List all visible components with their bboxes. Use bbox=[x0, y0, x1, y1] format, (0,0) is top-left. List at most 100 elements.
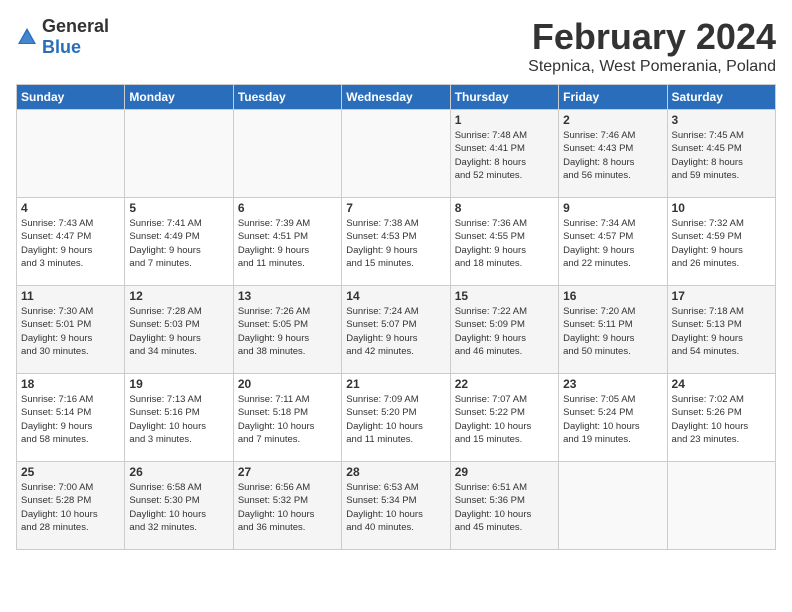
calendar-cell: 16 Sunrise: 7:20 AM Sunset: 5:11 PM Dayli… bbox=[559, 286, 667, 374]
day-number: 18 bbox=[21, 377, 120, 391]
calendar-cell bbox=[17, 110, 125, 198]
day-number: 23 bbox=[563, 377, 662, 391]
day-number: 25 bbox=[21, 465, 120, 479]
logo-blue: Blue bbox=[42, 37, 81, 57]
day-info: Sunrise: 7:09 AM Sunset: 5:20 PM Dayligh… bbox=[346, 393, 445, 446]
calendar-cell: 5 Sunrise: 7:41 AM Sunset: 4:49 PM Daylig… bbox=[125, 198, 233, 286]
day-number: 20 bbox=[238, 377, 337, 391]
weekday-header-tuesday: Tuesday bbox=[233, 85, 341, 110]
day-number: 26 bbox=[129, 465, 228, 479]
day-number: 21 bbox=[346, 377, 445, 391]
calendar-cell: 24 Sunrise: 7:02 AM Sunset: 5:26 PM Dayli… bbox=[667, 374, 775, 462]
calendar-cell: 3 Sunrise: 7:45 AM Sunset: 4:45 PM Daylig… bbox=[667, 110, 775, 198]
calendar-cell: 11Sunrise: 7:30 AM Sunset: 5:01 PM Dayli… bbox=[17, 286, 125, 374]
weekday-header-wednesday: Wednesday bbox=[342, 85, 450, 110]
day-number: 1 bbox=[455, 113, 554, 127]
day-number: 24 bbox=[672, 377, 771, 391]
calendar-cell: 18 Sunrise: 7:16 AM Sunset: 5:14 PM Dayli… bbox=[17, 374, 125, 462]
calendar-cell bbox=[125, 110, 233, 198]
calendar-cell: 4 Sunrise: 7:43 AM Sunset: 4:47 PM Daylig… bbox=[17, 198, 125, 286]
logo-text: General Blue bbox=[42, 16, 109, 58]
day-number: 3 bbox=[672, 113, 771, 127]
calendar-cell: 14 Sunrise: 7:24 AM Sunset: 5:07 PM Dayli… bbox=[342, 286, 450, 374]
week-row-2: 4 Sunrise: 7:43 AM Sunset: 4:47 PM Daylig… bbox=[17, 198, 776, 286]
day-number: 8 bbox=[455, 201, 554, 215]
day-number: 9 bbox=[563, 201, 662, 215]
day-number: 17 bbox=[672, 289, 771, 303]
weekday-header-thursday: Thursday bbox=[450, 85, 558, 110]
calendar-cell: 28 Sunrise: 6:53 AM Sunset: 5:34 PM Dayli… bbox=[342, 462, 450, 550]
calendar-cell: 2Sunrise: 7:46 AM Sunset: 4:43 PM Daylig… bbox=[559, 110, 667, 198]
header: General Blue February 2024 Stepnica, Wes… bbox=[16, 16, 776, 76]
day-number: 29 bbox=[455, 465, 554, 479]
calendar-cell: 12 Sunrise: 7:28 AM Sunset: 5:03 PM Dayli… bbox=[125, 286, 233, 374]
calendar-cell bbox=[559, 462, 667, 550]
calendar-cell: 15Sunrise: 7:22 AM Sunset: 5:09 PM Dayli… bbox=[450, 286, 558, 374]
weekday-header-friday: Friday bbox=[559, 85, 667, 110]
day-info: Sunrise: 7:26 AM Sunset: 5:05 PM Dayligh… bbox=[238, 305, 337, 358]
day-number: 4 bbox=[21, 201, 120, 215]
day-number: 27 bbox=[238, 465, 337, 479]
calendar-cell: 13 Sunrise: 7:26 AM Sunset: 5:05 PM Dayli… bbox=[233, 286, 341, 374]
day-number: 6 bbox=[238, 201, 337, 215]
calendar-table: SundayMondayTuesdayWednesdayThursdayFrid… bbox=[16, 84, 776, 550]
calendar-cell: 17 Sunrise: 7:18 AM Sunset: 5:13 PM Dayli… bbox=[667, 286, 775, 374]
calendar-cell: 1 Sunrise: 7:48 AM Sunset: 4:41 PM Daylig… bbox=[450, 110, 558, 198]
day-number: 28 bbox=[346, 465, 445, 479]
week-row-1: 1 Sunrise: 7:48 AM Sunset: 4:41 PM Daylig… bbox=[17, 110, 776, 198]
calendar-cell bbox=[667, 462, 775, 550]
day-info: Sunrise: 7:11 AM Sunset: 5:18 PM Dayligh… bbox=[238, 393, 337, 446]
weekday-header-sunday: Sunday bbox=[17, 85, 125, 110]
day-info: Sunrise: 7:05 AM Sunset: 5:24 PM Dayligh… bbox=[563, 393, 662, 446]
calendar-cell bbox=[342, 110, 450, 198]
calendar-cell: 26Sunrise: 6:58 AM Sunset: 5:30 PM Dayli… bbox=[125, 462, 233, 550]
day-info: Sunrise: 7:28 AM Sunset: 5:03 PM Dayligh… bbox=[129, 305, 228, 358]
day-info: Sunrise: 6:56 AM Sunset: 5:32 PM Dayligh… bbox=[238, 481, 337, 534]
logo: General Blue bbox=[16, 16, 109, 58]
logo-general: General bbox=[42, 16, 109, 36]
day-number: 16 bbox=[563, 289, 662, 303]
week-row-4: 18 Sunrise: 7:16 AM Sunset: 5:14 PM Dayli… bbox=[17, 374, 776, 462]
day-info: Sunrise: 7:24 AM Sunset: 5:07 PM Dayligh… bbox=[346, 305, 445, 358]
day-number: 5 bbox=[129, 201, 228, 215]
day-info: Sunrise: 7:00 AM Sunset: 5:28 PM Dayligh… bbox=[21, 481, 120, 534]
day-info: Sunrise: 7:07 AM Sunset: 5:22 PM Dayligh… bbox=[455, 393, 554, 446]
calendar-cell: 27 Sunrise: 6:56 AM Sunset: 5:32 PM Dayli… bbox=[233, 462, 341, 550]
calendar-cell: 8 Sunrise: 7:36 AM Sunset: 4:55 PM Daylig… bbox=[450, 198, 558, 286]
calendar-cell: 22Sunrise: 7:07 AM Sunset: 5:22 PM Dayli… bbox=[450, 374, 558, 462]
weekday-header-monday: Monday bbox=[125, 85, 233, 110]
week-row-5: 25 Sunrise: 7:00 AM Sunset: 5:28 PM Dayli… bbox=[17, 462, 776, 550]
week-row-3: 11Sunrise: 7:30 AM Sunset: 5:01 PM Dayli… bbox=[17, 286, 776, 374]
day-number: 14 bbox=[346, 289, 445, 303]
day-info: Sunrise: 7:48 AM Sunset: 4:41 PM Dayligh… bbox=[455, 129, 554, 182]
day-info: Sunrise: 7:02 AM Sunset: 5:26 PM Dayligh… bbox=[672, 393, 771, 446]
day-info: Sunrise: 7:43 AM Sunset: 4:47 PM Dayligh… bbox=[21, 217, 120, 270]
day-info: Sunrise: 7:36 AM Sunset: 4:55 PM Dayligh… bbox=[455, 217, 554, 270]
day-info: Sunrise: 7:13 AM Sunset: 5:16 PM Dayligh… bbox=[129, 393, 228, 446]
calendar-cell: 6Sunrise: 7:39 AM Sunset: 4:51 PM Daylig… bbox=[233, 198, 341, 286]
title-area: February 2024 Stepnica, West Pomerania, … bbox=[528, 16, 776, 76]
calendar-cell: 25 Sunrise: 7:00 AM Sunset: 5:28 PM Dayli… bbox=[17, 462, 125, 550]
weekday-header-saturday: Saturday bbox=[667, 85, 775, 110]
calendar-cell bbox=[233, 110, 341, 198]
calendar-cell: 23 Sunrise: 7:05 AM Sunset: 5:24 PM Dayli… bbox=[559, 374, 667, 462]
day-number: 15 bbox=[455, 289, 554, 303]
calendar-cell: 19Sunrise: 7:13 AM Sunset: 5:16 PM Dayli… bbox=[125, 374, 233, 462]
calendar-cell: 20 Sunrise: 7:11 AM Sunset: 5:18 PM Dayli… bbox=[233, 374, 341, 462]
day-info: Sunrise: 7:20 AM Sunset: 5:11 PM Dayligh… bbox=[563, 305, 662, 358]
location-title: Stepnica, West Pomerania, Poland bbox=[528, 58, 776, 76]
day-number: 13 bbox=[238, 289, 337, 303]
day-info: Sunrise: 7:45 AM Sunset: 4:45 PM Dayligh… bbox=[672, 129, 771, 182]
day-info: Sunrise: 7:18 AM Sunset: 5:13 PM Dayligh… bbox=[672, 305, 771, 358]
day-number: 12 bbox=[129, 289, 228, 303]
day-number: 10 bbox=[672, 201, 771, 215]
day-number: 2 bbox=[563, 113, 662, 127]
day-info: Sunrise: 6:53 AM Sunset: 5:34 PM Dayligh… bbox=[346, 481, 445, 534]
calendar-cell: 10Sunrise: 7:32 AM Sunset: 4:59 PM Dayli… bbox=[667, 198, 775, 286]
day-info: Sunrise: 7:34 AM Sunset: 4:57 PM Dayligh… bbox=[563, 217, 662, 270]
day-info: Sunrise: 7:41 AM Sunset: 4:49 PM Dayligh… bbox=[129, 217, 228, 270]
calendar-cell: 21 Sunrise: 7:09 AM Sunset: 5:20 PM Dayli… bbox=[342, 374, 450, 462]
day-number: 11 bbox=[21, 289, 120, 303]
day-info: Sunrise: 7:16 AM Sunset: 5:14 PM Dayligh… bbox=[21, 393, 120, 446]
weekday-header-row: SundayMondayTuesdayWednesdayThursdayFrid… bbox=[17, 85, 776, 110]
